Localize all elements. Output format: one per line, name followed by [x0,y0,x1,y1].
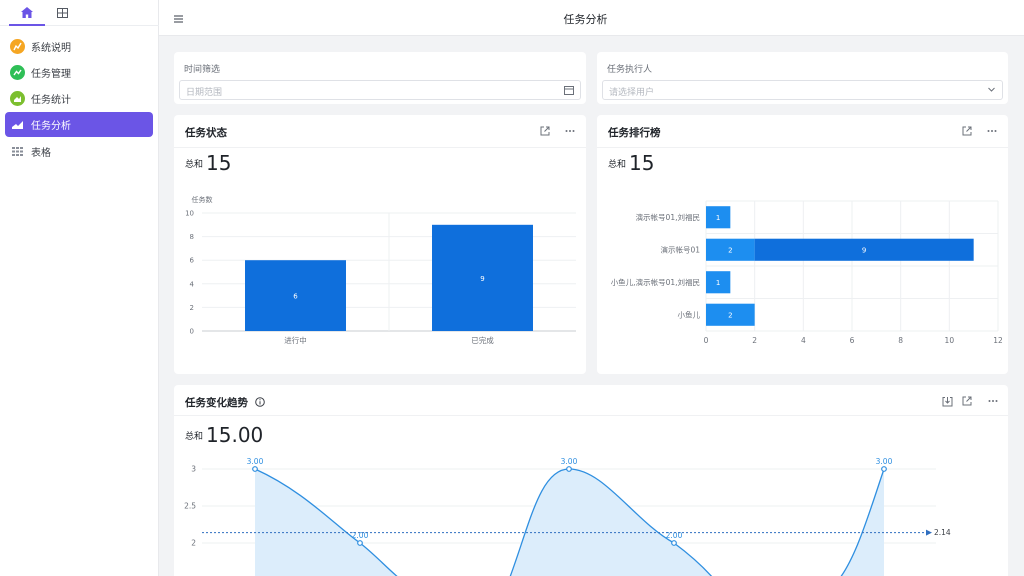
bar-value-label: 6 [293,293,298,301]
y-tick-label: 4 [190,280,195,288]
trend-icon [10,65,25,80]
sidebar-item-table[interactable]: 表格 [5,139,153,164]
sidebar-item-label: 系统说明 [31,43,71,54]
x-tick-label: 12 [993,336,1003,345]
x-tick-label: 8 [898,336,903,345]
data-point [881,466,887,472]
trend-area [255,469,884,576]
task-trend-card: 任务变化趋势 总和 15.00 2 2.5 3 3.00 2.00 3.00 2.00 3.00… [174,385,1008,576]
sidebar-item-label: 任务管理 [31,69,71,80]
x-tick-label: 6 [850,336,855,345]
sidebar-item-system-info[interactable]: 系统说明 [5,34,153,59]
x-tick-label: 10 [945,336,955,345]
sidebar-item-label: 表格 [31,148,51,159]
date-range-placeholder: 日期范围 [186,88,223,98]
task-trend-chart: 22.533.002.003.002.003.002.14 [184,457,951,576]
x-tick-label: 已完成 [471,335,494,345]
chevron-down-icon [987,85,996,97]
sidebar-item-label: 任务分析 [31,121,71,132]
grid-icon [56,8,68,18]
sidebar-item-task-stats[interactable]: 任务统计 [5,86,153,111]
home-icon [21,6,33,18]
date-range-input[interactable]: 日期范围 [179,80,581,100]
data-point [252,466,258,472]
data-value-label: 3.00 [561,457,578,466]
x-tick-label: 0 [704,336,709,345]
user-select-placeholder: 请选择用户 [609,88,655,98]
area-chart-icon [10,117,25,132]
average-label: 2.14 [934,528,951,537]
data-point [566,466,572,472]
bar-value-label: 2 [728,311,732,319]
data-point [671,540,677,546]
y-tick-label: 小鱼儿 [678,309,701,319]
user-select[interactable]: 请选择用户 [602,80,1003,100]
y-tick-label: 10 [185,210,194,218]
data-point [357,540,363,546]
bar-value-label: 2 [728,246,732,254]
executor-filter-label: 任务执行人 [607,65,653,75]
task-ranking-chart: 0 2 4 6 8 10 12演示帐号01,刘福民 1演示帐号01 2 9小鱼儿,演示帐号01,刘… [611,200,1003,345]
y-axis-label: 任务数 [192,195,213,204]
area-chart-icon [10,91,25,106]
y-tick-label: 演示帐号01,刘福民 [636,212,700,222]
time-filter-card: 时间筛选 日期范围 [174,52,586,104]
sidebar-item-task-manage[interactable]: 任务管理 [5,60,153,85]
y-tick-label: 0 [190,328,194,336]
bar-value-label: 1 [716,214,720,222]
y-tick-label: 小鱼儿,演示帐号01,刘福民 [611,277,700,287]
page-title: 任务分析 [563,13,608,26]
time-filter-label: 时间筛选 [184,65,221,75]
calendar-icon [564,85,574,98]
average-arrow [926,529,932,536]
x-tick-label: 4 [801,336,806,345]
y-tick-label: 演示帐号01 [660,244,700,254]
sidebar-item-label: 任务统计 [31,95,71,106]
table-icon [10,144,25,159]
home-tab[interactable] [9,0,45,26]
x-tick-label: 进行中 [284,335,307,345]
task-ranking-card: 任务排行榜 总和 15 0 2 4 6 8 10 12 演示帐号01,刘福民 1 演示帐号01 2 9 小… [597,115,1008,374]
top-header: 任务分析 [159,0,1024,36]
y-tick-label: 2 [190,304,194,312]
doc-icon [10,39,25,54]
y-tick-label: 6 [190,257,195,265]
sidebar: 系统说明 任务管理 任务统计 任务分析 表格 [0,0,159,576]
bar-value-label: 9 [862,246,866,254]
bar-value-label: 9 [480,275,484,283]
y-tick-label: 2.5 [184,502,196,511]
data-value-label: 3.00 [876,457,893,466]
y-tick-label: 3 [191,465,196,474]
sidebar-item-task-analysis[interactable]: 任务分析 [5,112,153,137]
task-status-card: 任务状态 总和 15 任务数 0 2 4 6 8 10 6 进行中 9 已完成 [174,115,586,374]
y-tick-label: 2 [191,539,196,548]
executor-filter-card: 任务执行人 请选择用户 [597,52,1008,104]
grid-tab[interactable] [44,0,80,26]
task-status-chart: 任务数 0 2 4 6 8 10 6 进行中 9 已完成 [185,195,576,345]
x-tick-label: 2 [752,336,757,345]
sidebar-tabs [0,0,159,26]
data-value-label: 3.00 [247,457,264,466]
y-tick-label: 8 [190,233,194,241]
bar-value-label: 1 [716,279,720,287]
